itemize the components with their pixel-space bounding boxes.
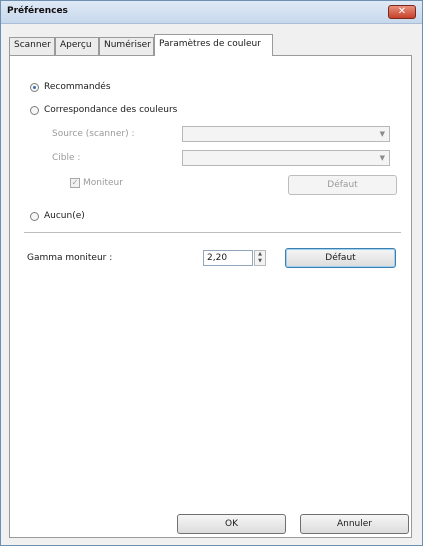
gamma-label: Gamma moniteur : [27, 253, 113, 263]
gamma-stepper[interactable]: ▲ ▼ [254, 250, 266, 266]
chevron-down-icon: ▼ [379, 154, 385, 162]
section-divider [24, 232, 401, 233]
gamma-default-button[interactable]: Défaut [285, 248, 396, 268]
monitor-checkbox[interactable]: ✓ [70, 178, 80, 188]
source-scanner-select[interactable]: ▼ [182, 126, 390, 142]
radio-recommended[interactable]: Recommandés [30, 82, 111, 92]
radio-color-matching-label: Correspondance des couleurs [44, 105, 178, 115]
tab-parametres-couleur[interactable]: Paramètres de couleur [154, 34, 273, 56]
radio-color-matching-indicator[interactable] [30, 105, 39, 115]
cancel-button[interactable]: Annuler [300, 514, 409, 534]
monitor-checkbox-label: Moniteur [83, 178, 123, 188]
radio-none-label: Aucun(e) [44, 211, 85, 221]
chevron-down-icon: ▼ [379, 130, 385, 138]
ok-button[interactable]: OK [177, 514, 286, 534]
radio-none[interactable]: Aucun(e) [30, 211, 85, 221]
gamma-input[interactable]: 2,20 [203, 250, 253, 266]
title-bar: Préférences ✕ [1, 1, 422, 24]
monitor-checkbox-row[interactable]: ✓ Moniteur [70, 178, 123, 188]
radio-recommended-label: Recommandés [44, 82, 111, 92]
tab-scanner[interactable]: Scanner [9, 37, 55, 55]
target-select[interactable]: ▼ [182, 150, 390, 166]
matching-default-button[interactable]: Défaut [288, 175, 397, 195]
preferences-dialog: Préférences ✕ Scanner Aperçu Numériser P… [0, 0, 423, 546]
source-scanner-label: Source (scanner) : [52, 129, 135, 139]
stepper-up-icon[interactable]: ▲ [255, 251, 265, 258]
radio-recommended-indicator[interactable] [30, 82, 39, 92]
color-settings-panel: Recommandés Correspondance des couleurs … [9, 55, 412, 538]
radio-color-matching[interactable]: Correspondance des couleurs [30, 105, 177, 115]
stepper-down-icon[interactable]: ▼ [255, 258, 265, 265]
close-button[interactable]: ✕ [388, 5, 416, 19]
tab-apercu[interactable]: Aperçu [55, 37, 99, 55]
close-icon: ✕ [397, 6, 407, 17]
tab-numeriser[interactable]: Numériser [99, 37, 154, 55]
window-title: Préférences [7, 6, 68, 16]
target-label: Cible : [52, 153, 81, 163]
radio-none-indicator[interactable] [30, 211, 39, 221]
